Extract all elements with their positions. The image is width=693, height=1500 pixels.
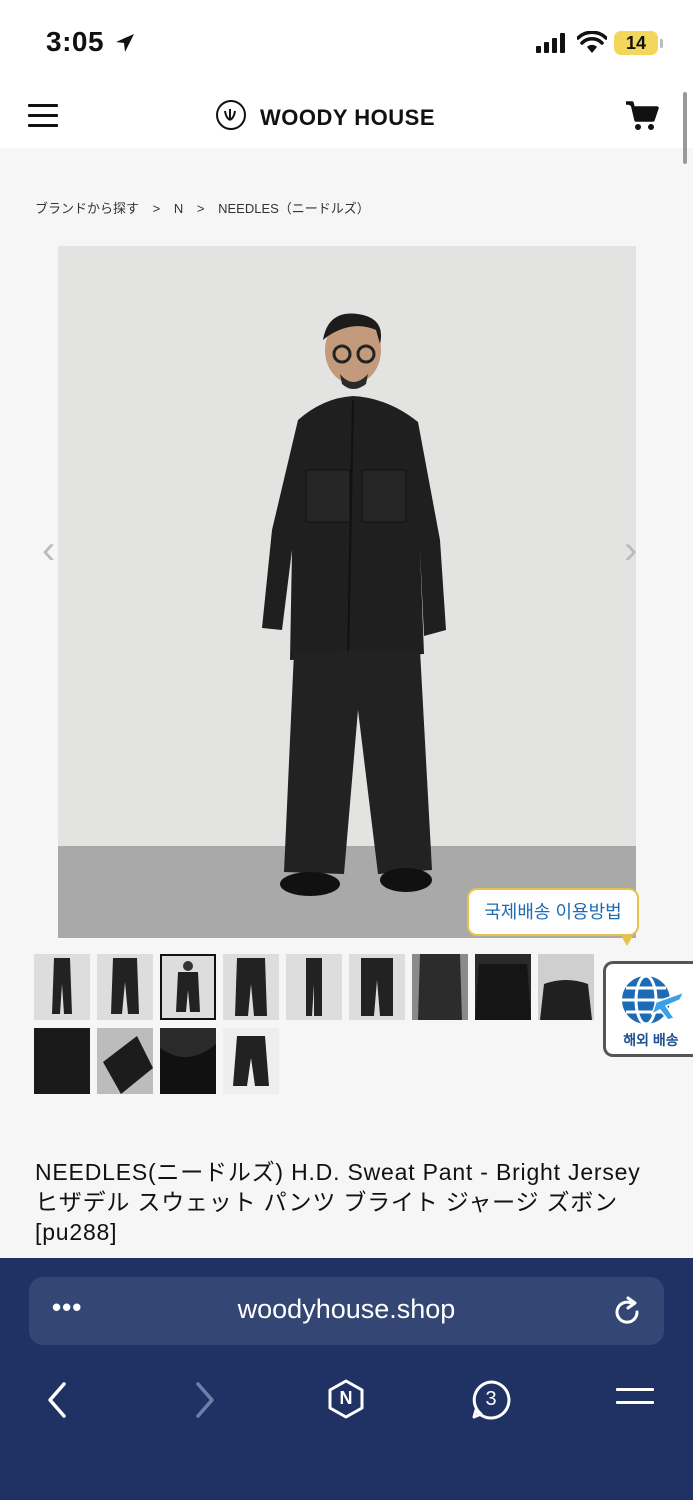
breadcrumb-item-n[interactable]: N: [174, 201, 183, 216]
wifi-icon: [577, 31, 607, 53]
gallery-next-arrow[interactable]: ›: [624, 530, 637, 570]
hamburger-menu-icon[interactable]: [28, 104, 58, 130]
thumbnail-8[interactable]: [475, 954, 531, 1020]
thumbnail-12[interactable]: [160, 1028, 216, 1094]
thumbnail-7[interactable]: [412, 954, 468, 1020]
thumbnail-11[interactable]: [97, 1028, 153, 1094]
battery-cap: [660, 39, 663, 48]
location-arrow-icon: [116, 34, 134, 52]
breadcrumb-separator: >: [152, 201, 161, 216]
globe-airplane-icon: [622, 974, 686, 1026]
thumbnail-13[interactable]: [223, 1028, 279, 1094]
shopping-cart-icon[interactable]: [624, 98, 660, 134]
thumbnail-9[interactable]: [538, 954, 594, 1020]
overseas-shipping-button[interactable]: 해외 배송: [603, 961, 693, 1057]
thumbnail-5[interactable]: [286, 954, 342, 1020]
model-photo: [262, 313, 446, 896]
url-text[interactable]: woodyhouse.shop: [0, 1294, 693, 1325]
thumbnail-6[interactable]: [349, 954, 405, 1020]
thumbnail-1[interactable]: [34, 954, 90, 1020]
tooltip-tail: [620, 934, 634, 946]
gallery-prev-arrow[interactable]: ‹: [42, 530, 55, 570]
thumbnail-3-selected[interactable]: [160, 954, 216, 1020]
tabs-count: 3: [485, 1388, 497, 1410]
back-arrow-icon[interactable]: [44, 1380, 70, 1420]
breadcrumb-item-needles[interactable]: NEEDLES（ニードルズ）: [218, 201, 370, 216]
browser-menu-icon[interactable]: [616, 1388, 654, 1414]
reload-icon[interactable]: [611, 1296, 643, 1328]
site-logo[interactable]: WOODY HOUSE: [216, 100, 456, 136]
home-n-letter: N: [339, 1388, 353, 1408]
thumbnail-10[interactable]: [34, 1028, 90, 1094]
logo-mark-icon: [216, 100, 246, 130]
logo-text: WOODY HOUSE: [260, 105, 436, 130]
breadcrumb-item-brand-search[interactable]: ブランドから探す: [35, 201, 139, 216]
status-time: 3:05: [46, 26, 105, 57]
breadcrumb-separator: >: [196, 201, 205, 216]
overseas-shipping-label: 해외 배송: [623, 1032, 679, 1048]
intl-shipping-tooltip[interactable]: 국제배송 이용방법: [467, 888, 639, 936]
page-scrollbar[interactable]: [683, 92, 687, 164]
forward-arrow-icon[interactable]: [192, 1380, 218, 1420]
thumbnail-2[interactable]: [97, 954, 153, 1020]
home-n-icon[interactable]: N: [326, 1379, 366, 1419]
battery-level: 14: [614, 31, 658, 55]
product-title: NEEDLES(ニードルズ) H.D. Sweat Pant - Bright …: [35, 1159, 641, 1245]
breadcrumb: ブランドから探す > N > NEEDLES（ニードルズ）: [35, 198, 380, 217]
thumbnail-4[interactable]: [223, 954, 279, 1020]
product-main-image[interactable]: [58, 246, 636, 938]
cellular-signal-icon: [536, 33, 565, 53]
tabs-count-icon[interactable]: 3: [470, 1379, 512, 1421]
